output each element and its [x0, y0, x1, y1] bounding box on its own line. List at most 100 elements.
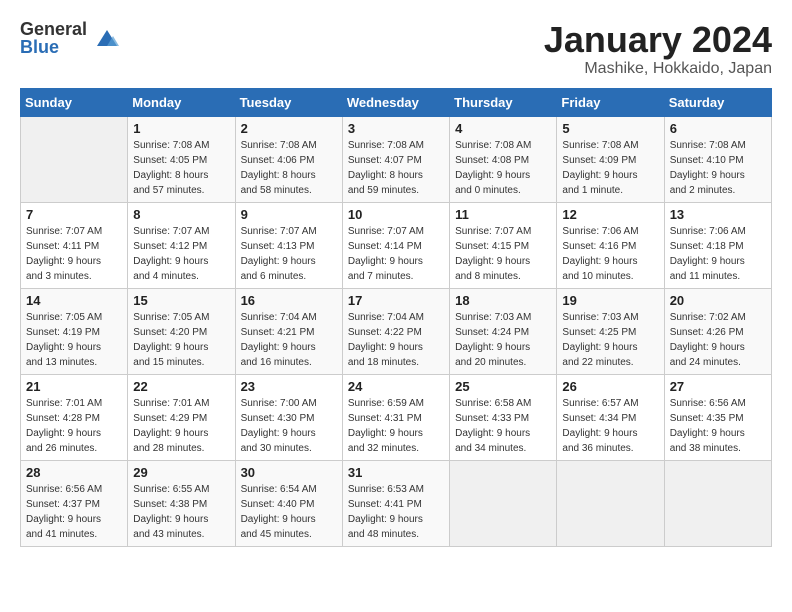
day-info: Sunrise: 7:00 AMSunset: 4:30 PMDaylight:…: [241, 396, 337, 456]
calendar-cell: 1Sunrise: 7:08 AMSunset: 4:05 PMDaylight…: [128, 116, 235, 202]
day-info: Sunrise: 7:07 AMSunset: 4:14 PMDaylight:…: [348, 224, 444, 284]
calendar-cell: 25Sunrise: 6:58 AMSunset: 4:33 PMDayligh…: [450, 374, 557, 460]
calendar-title: January 2024: [544, 20, 772, 60]
calendar-cell: 19Sunrise: 7:03 AMSunset: 4:25 PMDayligh…: [557, 288, 664, 374]
calendar-cell: 13Sunrise: 7:06 AMSunset: 4:18 PMDayligh…: [664, 202, 771, 288]
day-number: 14: [26, 293, 122, 308]
day-number: 4: [455, 121, 551, 136]
day-header-monday: Monday: [128, 88, 235, 116]
calendar-cell: 16Sunrise: 7:04 AMSunset: 4:21 PMDayligh…: [235, 288, 342, 374]
calendar-cell: 21Sunrise: 7:01 AMSunset: 4:28 PMDayligh…: [21, 374, 128, 460]
day-info: Sunrise: 7:01 AMSunset: 4:29 PMDaylight:…: [133, 396, 229, 456]
day-info: Sunrise: 7:07 AMSunset: 4:11 PMDaylight:…: [26, 224, 122, 284]
day-info: Sunrise: 6:55 AMSunset: 4:38 PMDaylight:…: [133, 482, 229, 542]
calendar-subtitle: Mashike, Hokkaido, Japan: [544, 60, 772, 78]
day-number: 18: [455, 293, 551, 308]
calendar-cell: [557, 460, 664, 546]
day-number: 10: [348, 207, 444, 222]
calendar-cell: 4Sunrise: 7:08 AMSunset: 4:08 PMDaylight…: [450, 116, 557, 202]
title-block: January 2024 Mashike, Hokkaido, Japan: [544, 20, 772, 78]
day-info: Sunrise: 7:07 AMSunset: 4:13 PMDaylight:…: [241, 224, 337, 284]
calendar-cell: 22 Sunrise: 7:01 AMSunset: 4:29 PMDayligh…: [128, 374, 235, 460]
calendar-cell: 31 Sunrise: 6:53 AMSunset: 4:41 PMDayligh…: [342, 460, 449, 546]
day-number: 28: [26, 465, 122, 480]
day-info: Sunrise: 6:57 AMSunset: 4:34 PMDaylight:…: [562, 396, 658, 456]
day-number: 21: [26, 379, 122, 394]
day-number: 17: [348, 293, 444, 308]
page-header: General Blue January 2024 Mashike, Hokka…: [20, 20, 772, 78]
day-number: 24: [348, 379, 444, 394]
day-number: 29: [133, 465, 229, 480]
day-info: Sunrise: 7:04 AMSunset: 4:22 PMDaylight:…: [348, 310, 444, 370]
logo-icon: [93, 24, 121, 52]
day-number: 6: [670, 121, 766, 136]
day-header-tuesday: Tuesday: [235, 88, 342, 116]
day-number: 9: [241, 207, 337, 222]
calendar-cell: [21, 116, 128, 202]
logo: General Blue: [20, 20, 121, 56]
days-header-row: SundayMondayTuesdayWednesdayThursdayFrid…: [21, 88, 772, 116]
calendar-cell: 6 Sunrise: 7:08 AMSunset: 4:10 PMDaylight…: [664, 116, 771, 202]
day-number: 22: [133, 379, 229, 394]
calendar-cell: 27Sunrise: 6:56 AMSunset: 4:35 PMDayligh…: [664, 374, 771, 460]
day-number: 23: [241, 379, 337, 394]
day-number: 2: [241, 121, 337, 136]
day-info: Sunrise: 7:05 AMSunset: 4:19 PMDaylight:…: [26, 310, 122, 370]
day-header-friday: Friday: [557, 88, 664, 116]
calendar-cell: 24 Sunrise: 6:59 AMSunset: 4:31 PMDayligh…: [342, 374, 449, 460]
week-row-5: 28Sunrise: 6:56 AMSunset: 4:37 PMDayligh…: [21, 460, 772, 546]
calendar-cell: 2 Sunrise: 7:08 AMSunset: 4:06 PMDaylight…: [235, 116, 342, 202]
day-info: Sunrise: 7:08 AMSunset: 4:06 PMDaylight:…: [241, 138, 337, 198]
day-number: 8: [133, 207, 229, 222]
day-header-wednesday: Wednesday: [342, 88, 449, 116]
week-row-2: 7 Sunrise: 7:07 AMSunset: 4:11 PMDaylight…: [21, 202, 772, 288]
calendar-cell: [450, 460, 557, 546]
calendar-cell: 3Sunrise: 7:08 AMSunset: 4:07 PMDaylight…: [342, 116, 449, 202]
day-header-sunday: Sunday: [21, 88, 128, 116]
week-row-1: 1Sunrise: 7:08 AMSunset: 4:05 PMDaylight…: [21, 116, 772, 202]
calendar-cell: 17 Sunrise: 7:04 AMSunset: 4:22 PMDayligh…: [342, 288, 449, 374]
day-info: Sunrise: 7:07 AMSunset: 4:15 PMDaylight:…: [455, 224, 551, 284]
day-number: 1: [133, 121, 229, 136]
calendar-cell: 14 Sunrise: 7:05 AMSunset: 4:19 PMDayligh…: [21, 288, 128, 374]
day-info: Sunrise: 7:04 AMSunset: 4:21 PMDaylight:…: [241, 310, 337, 370]
day-number: 12: [562, 207, 658, 222]
day-number: 3: [348, 121, 444, 136]
calendar-cell: 11 Sunrise: 7:07 AMSunset: 4:15 PMDayligh…: [450, 202, 557, 288]
week-row-3: 14 Sunrise: 7:05 AMSunset: 4:19 PMDayligh…: [21, 288, 772, 374]
calendar-cell: 10 Sunrise: 7:07 AMSunset: 4:14 PMDayligh…: [342, 202, 449, 288]
day-info: Sunrise: 6:54 AMSunset: 4:40 PMDaylight:…: [241, 482, 337, 542]
calendar-cell: 8Sunrise: 7:07 AMSunset: 4:12 PMDaylight…: [128, 202, 235, 288]
logo-blue: Blue: [20, 38, 87, 56]
calendar-cell: 30Sunrise: 6:54 AMSunset: 4:40 PMDayligh…: [235, 460, 342, 546]
calendar-table: SundayMondayTuesdayWednesdayThursdayFrid…: [20, 88, 772, 547]
calendar-cell: 15Sunrise: 7:05 AMSunset: 4:20 PMDayligh…: [128, 288, 235, 374]
week-row-4: 21Sunrise: 7:01 AMSunset: 4:28 PMDayligh…: [21, 374, 772, 460]
day-number: 26: [562, 379, 658, 394]
day-number: 13: [670, 207, 766, 222]
day-info: Sunrise: 7:05 AMSunset: 4:20 PMDaylight:…: [133, 310, 229, 370]
day-info: Sunrise: 7:03 AMSunset: 4:25 PMDaylight:…: [562, 310, 658, 370]
calendar-cell: 18Sunrise: 7:03 AMSunset: 4:24 PMDayligh…: [450, 288, 557, 374]
day-header-saturday: Saturday: [664, 88, 771, 116]
day-info: Sunrise: 6:59 AMSunset: 4:31 PMDaylight:…: [348, 396, 444, 456]
day-info: Sunrise: 6:53 AMSunset: 4:41 PMDaylight:…: [348, 482, 444, 542]
day-info: Sunrise: 7:02 AMSunset: 4:26 PMDaylight:…: [670, 310, 766, 370]
day-number: 11: [455, 207, 551, 222]
day-number: 31: [348, 465, 444, 480]
calendar-cell: 20 Sunrise: 7:02 AMSunset: 4:26 PMDayligh…: [664, 288, 771, 374]
calendar-cell: 26 Sunrise: 6:57 AMSunset: 4:34 PMDayligh…: [557, 374, 664, 460]
calendar-cell: 12Sunrise: 7:06 AMSunset: 4:16 PMDayligh…: [557, 202, 664, 288]
calendar-cell: 5 Sunrise: 7:08 AMSunset: 4:09 PMDaylight…: [557, 116, 664, 202]
day-info: Sunrise: 6:56 AMSunset: 4:35 PMDaylight:…: [670, 396, 766, 456]
day-info: Sunrise: 7:08 AMSunset: 4:09 PMDaylight:…: [562, 138, 658, 198]
calendar-cell: 7 Sunrise: 7:07 AMSunset: 4:11 PMDaylight…: [21, 202, 128, 288]
day-number: 5: [562, 121, 658, 136]
day-info: Sunrise: 7:08 AMSunset: 4:10 PMDaylight:…: [670, 138, 766, 198]
calendar-cell: 9 Sunrise: 7:07 AMSunset: 4:13 PMDaylight…: [235, 202, 342, 288]
day-header-thursday: Thursday: [450, 88, 557, 116]
day-number: 7: [26, 207, 122, 222]
day-number: 20: [670, 293, 766, 308]
day-number: 25: [455, 379, 551, 394]
calendar-cell: [664, 460, 771, 546]
